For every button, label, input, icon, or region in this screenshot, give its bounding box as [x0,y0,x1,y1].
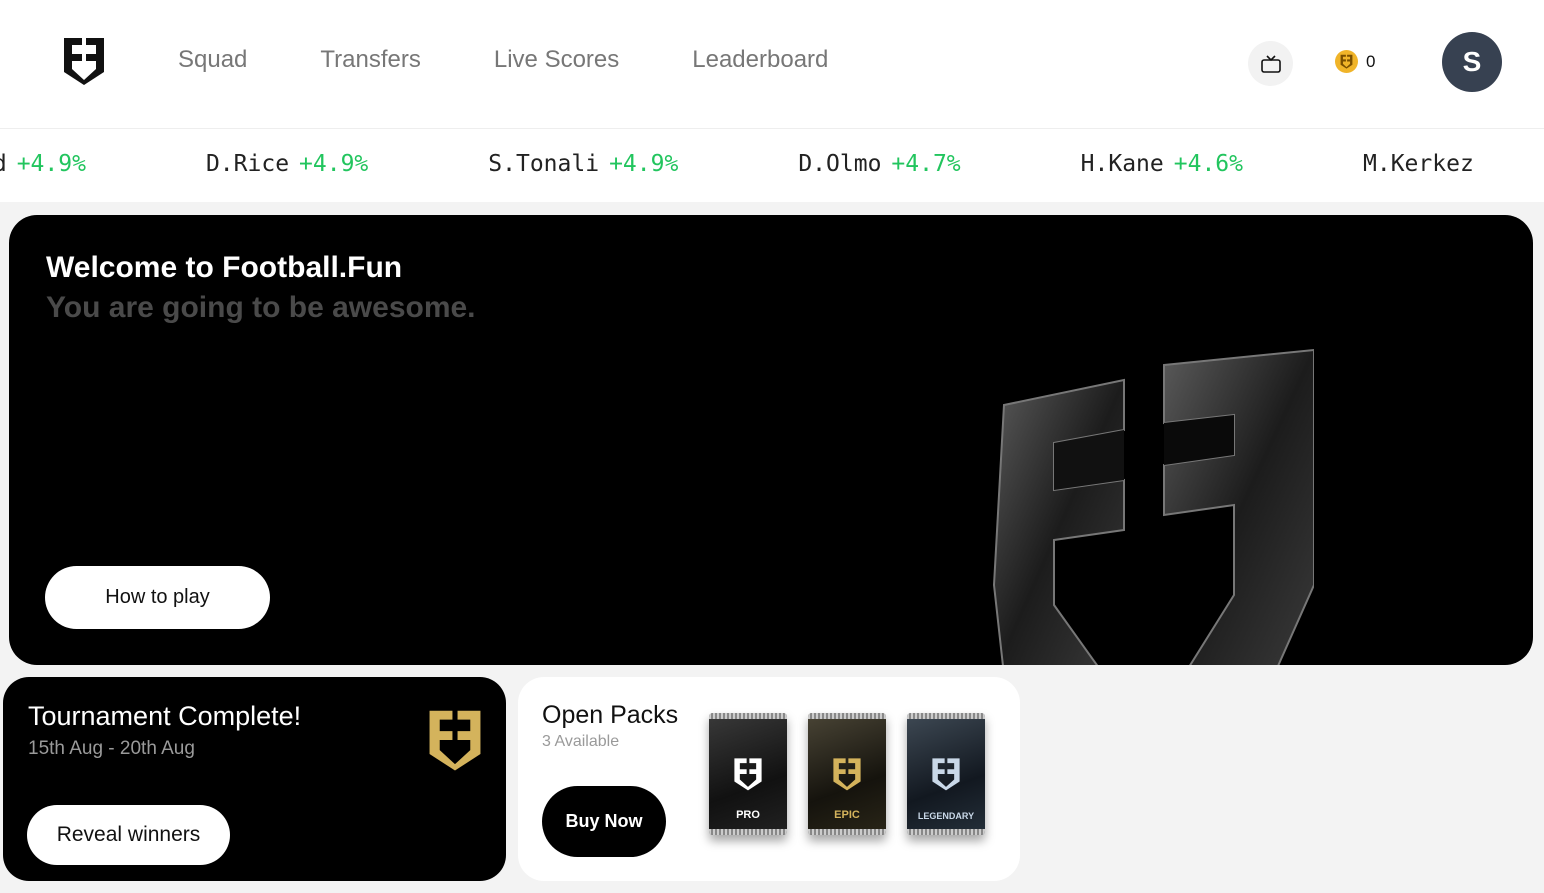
gold-shield-logo-icon [429,710,481,771]
ticker-change: +4.9% [609,151,679,177]
nav-squad[interactable]: Squad [178,46,247,74]
pack-logo-icon [734,758,762,791]
ticker-item[interactable]: M.Kerkez [1363,151,1484,177]
packs-title: Open Packs [542,701,679,729]
price-ticker: od +4.9% D.Rice +4.9% S.Tonali +4.9% D.Olmo… [0,128,1544,202]
reveal-winners-button[interactable]: Reveal winners [27,805,230,865]
pack-legendary[interactable]: LEGENDARY [907,713,985,835]
nav-transfers[interactable]: Transfers [320,46,420,74]
ticker-player-name: H.Kane [1080,151,1164,177]
ticker-change: +4.9% [299,151,369,177]
packs-available: 3 Available [542,733,620,750]
tournament-title: Tournament Complete! [28,701,302,731]
football-fun-logo-icon[interactable] [62,36,106,86]
ticker-item[interactable]: od +4.9% [0,151,86,177]
ticker-player-name: S.Tonali [488,151,600,177]
pack-label: LEGENDARY [917,811,975,821]
tv-icon [1260,54,1281,73]
coin-count: 0 [1366,51,1376,71]
pack-logo-icon [932,758,960,791]
buy-now-button[interactable]: Buy Now [542,786,666,857]
ticker-change: +4.7% [891,151,961,177]
ticker-player-name: D.Rice [205,151,290,177]
welcome-hero: Welcome to Football.Fun You are going to… [9,215,1533,665]
tournament-card: Tournament Complete! 15th Aug - 20th Aug… [3,677,506,881]
ticker-change: +4.9% [16,151,86,177]
ticker-item[interactable]: D.Rice +4.9% [206,151,368,177]
tv-button[interactable] [1248,41,1293,86]
nav-leaderboard[interactable]: Leaderboard [692,46,828,74]
ticker-player-name: od [0,151,7,177]
hero-subtitle: You are going to be awesome. [46,291,476,324]
how-to-play-button[interactable]: How to play [45,566,270,629]
tournament-dates: 15th Aug - 20th Aug [28,738,195,759]
pack-pro[interactable]: PRO [709,713,787,835]
ticker-item[interactable]: D.Olmo +4.7% [798,151,960,177]
main-nav: Squad Transfers Live Scores Leaderboard [178,46,901,74]
coin-icon [1335,50,1358,73]
ticker-player-name: D.Olmo [798,151,882,177]
ticker-player-name: M.Kerkez [1363,151,1474,177]
ticker-item[interactable]: H.Kane +4.6% [1081,151,1243,177]
hero-3d-logo-icon [992,348,1314,665]
open-packs-card: Open Packs 3 Available Buy Now PRO EPIC … [518,677,1020,881]
ticker-item[interactable]: S.Tonali +4.9% [488,151,678,177]
pack-label: PRO [736,809,760,821]
pack-epic[interactable]: EPIC [808,713,886,835]
nav-live-scores[interactable]: Live Scores [494,46,619,74]
hero-title: Welcome to Football.Fun [46,251,403,284]
user-avatar[interactable]: S [1442,32,1502,92]
pack-label: EPIC [834,809,860,821]
ticker-change: +4.6% [1173,151,1244,177]
coin-balance[interactable]: 0 [1335,50,1375,73]
top-header: Squad Transfers Live Scores Leaderboard … [0,0,1544,128]
pack-logo-icon [833,758,861,791]
